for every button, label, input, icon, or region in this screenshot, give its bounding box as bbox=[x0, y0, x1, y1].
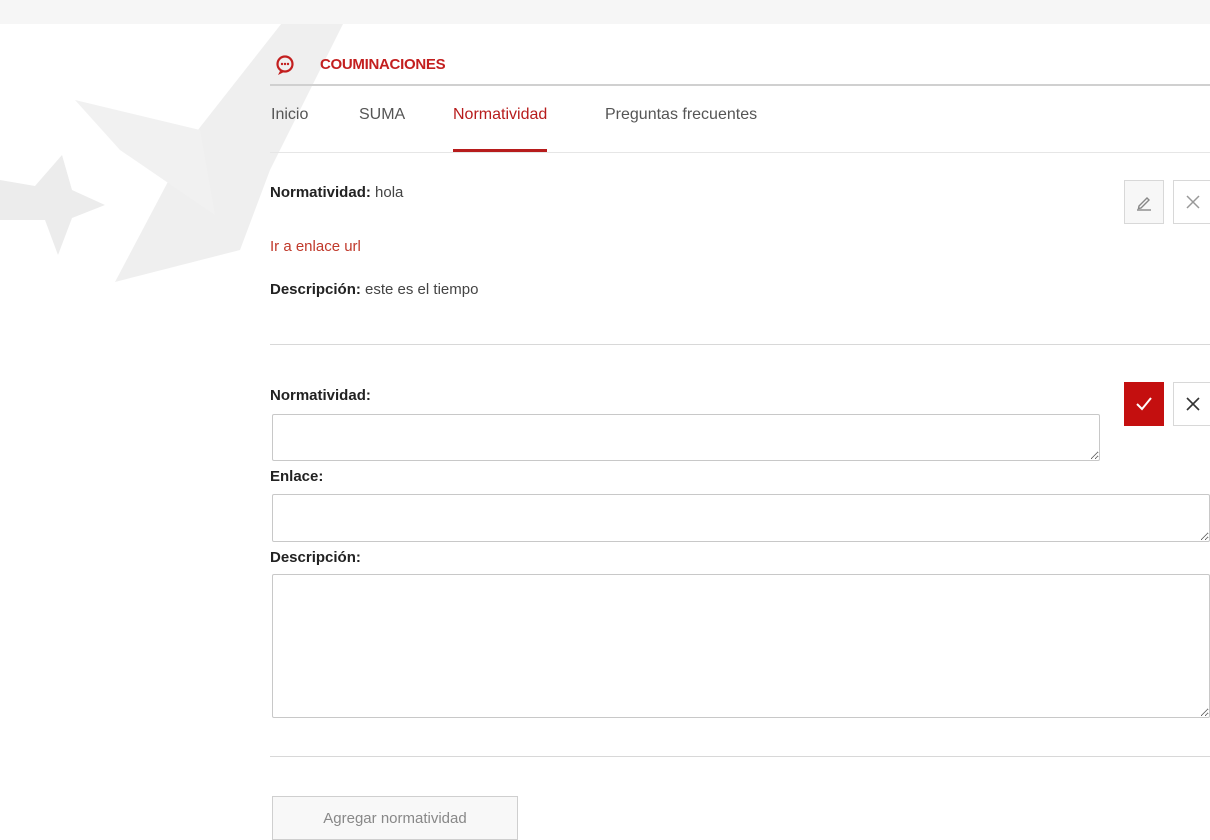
close-icon bbox=[1186, 397, 1200, 411]
check-icon bbox=[1136, 397, 1152, 411]
tab-bar: Inicio SUMA Normatividad Preguntas frecu… bbox=[270, 96, 1210, 153]
enlace-label: Enlace: bbox=[270, 468, 324, 485]
delete-button[interactable] bbox=[1173, 180, 1210, 224]
close-icon bbox=[1186, 195, 1200, 209]
tab-inicio[interactable]: Inicio bbox=[271, 106, 308, 152]
descripcion-input[interactable] bbox=[272, 574, 1210, 718]
edit-button[interactable] bbox=[1124, 180, 1164, 224]
section-header: COUMINACIONES bbox=[270, 52, 1210, 86]
record-name: Normatividad: hola bbox=[270, 184, 403, 201]
add-normatividad-button[interactable]: Agregar normatividad bbox=[272, 796, 518, 840]
pencil-icon bbox=[1137, 197, 1151, 211]
section-title: COUMINACIONES bbox=[320, 56, 446, 73]
record-name-value: hola bbox=[375, 184, 404, 201]
record-description: Descripción: este es el tiempo bbox=[270, 281, 478, 298]
enlace-input[interactable] bbox=[272, 494, 1210, 542]
record-description-label: Descripción: bbox=[270, 281, 361, 298]
cancel-button[interactable] bbox=[1173, 382, 1210, 426]
descripcion-label: Descripción: bbox=[270, 549, 361, 566]
tab-normatividad[interactable]: Normatividad bbox=[453, 106, 548, 152]
tab-suma[interactable]: SUMA bbox=[359, 106, 405, 152]
divider bbox=[270, 344, 1210, 345]
divider bbox=[270, 756, 1210, 757]
normatividad-input[interactable] bbox=[272, 414, 1100, 461]
normatividad-label: Normatividad: bbox=[270, 387, 371, 404]
record-url-link[interactable]: Ir a enlace url bbox=[270, 238, 361, 255]
record-description-value: este es el tiempo bbox=[365, 281, 479, 298]
chat-bubble-icon bbox=[276, 55, 294, 75]
record-name-label: Normatividad: bbox=[270, 184, 371, 201]
tab-preguntas-frecuentes[interactable]: Preguntas frecuentes bbox=[605, 106, 757, 152]
main-content: COUMINACIONES Inicio SUMA Normatividad P… bbox=[270, 0, 1210, 840]
confirm-button[interactable] bbox=[1124, 382, 1164, 426]
